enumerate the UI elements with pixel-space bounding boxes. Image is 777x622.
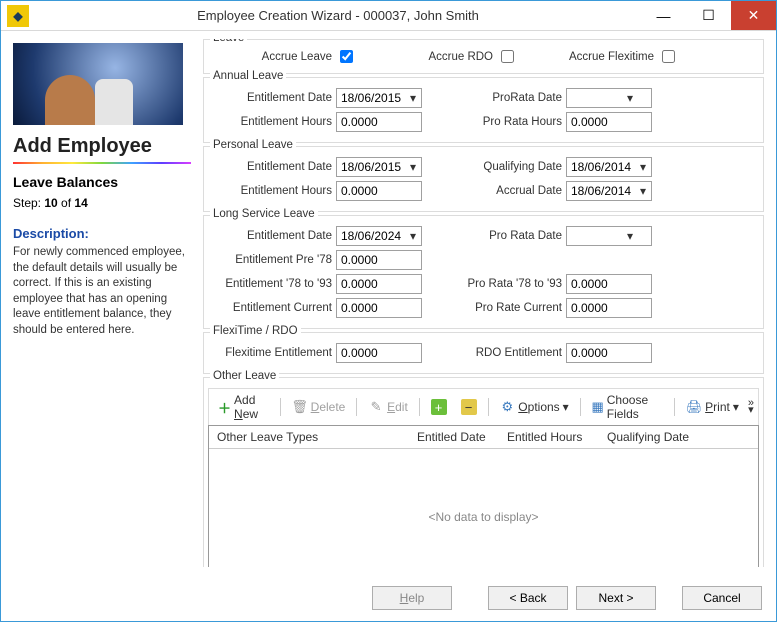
chevron-down-icon[interactable]: ▾ — [405, 91, 421, 105]
next-button[interactable]: Next > — [576, 586, 656, 610]
divider — [13, 162, 191, 164]
lsl-pre78[interactable] — [336, 250, 422, 270]
other-leave-toolbar: ＋Add New 🗑Delete ✎Edit + − ⚙Options▾ ▦Ch… — [208, 388, 759, 425]
minus-icon: − — [461, 399, 477, 415]
chevron-down-icon[interactable]: ▾ — [635, 160, 651, 174]
edit-icon: ✎ — [368, 399, 384, 415]
other-leave-table: Other Leave Types Entitled Date Entitled… — [208, 425, 759, 567]
col-entitled-hours[interactable]: Entitled Hours — [499, 426, 599, 448]
minus-button[interactable]: − — [456, 397, 482, 417]
step-indicator: Step: 10 of 14 — [13, 196, 191, 210]
description-body: For newly commenced employee, the defaul… — [13, 245, 191, 338]
window-title: Employee Creation Wizard - 000037, John … — [35, 8, 641, 23]
wizard-image — [13, 43, 183, 125]
plus-button[interactable]: + — [426, 397, 452, 417]
plus-icon: + — [431, 399, 447, 415]
description-heading: Description: — [13, 226, 191, 241]
annual-prorata-hours[interactable] — [566, 112, 652, 132]
edit-button[interactable]: ✎Edit — [363, 397, 413, 417]
minimize-button[interactable]: — — [641, 1, 686, 30]
lsl-prorata-78-93[interactable] — [566, 274, 652, 294]
chevron-down-icon[interactable]: ▾ — [609, 91, 651, 105]
right-panel: Leave Accrue Leave Accrue RDO Accrue Fle… — [199, 39, 768, 567]
print-button[interactable]: 🖨Print▾ — [681, 397, 744, 417]
personal-entitlement-hours[interactable] — [336, 181, 422, 201]
window-buttons: — ☐ ✕ — [641, 1, 776, 30]
panel-subtitle: Leave Balances — [13, 174, 191, 190]
panel-heading: Add Employee — [13, 135, 191, 158]
chevron-down-icon[interactable]: ▾ — [609, 229, 651, 243]
lsl-prorate-current[interactable] — [566, 298, 652, 318]
flexi-entitlement[interactable] — [336, 343, 422, 363]
col-entitled-date[interactable]: Entitled Date — [409, 426, 499, 448]
leave-group: Leave Accrue Leave Accrue RDO Accrue Fle… — [203, 39, 764, 74]
chevron-down-icon[interactable]: ▾ — [635, 184, 651, 198]
lsl-group: Long Service Leave Entitlement Date 18/0… — [203, 215, 764, 329]
print-icon: 🖨 — [686, 399, 702, 415]
col-qualifying-date[interactable]: Qualifying Date — [599, 426, 758, 448]
toolbar-overflow[interactable]: »▾ — [748, 400, 754, 414]
footer: Help < Back Next > Cancel — [1, 575, 776, 621]
personal-entitlement-date[interactable]: 18/06/2015▾ — [336, 157, 422, 177]
lsl-current[interactable] — [336, 298, 422, 318]
personal-qualifying-date[interactable]: 18/06/2014▾ — [566, 157, 652, 177]
other-leave-group: Other Leave ＋Add New 🗑Delete ✎Edit + − ⚙… — [203, 377, 764, 567]
personal-leave-group: Personal Leave Entitlement Date 18/06/20… — [203, 146, 764, 212]
personal-accrual-date[interactable]: 18/06/2014▾ — [566, 181, 652, 201]
accrue-rdo-label: Accrue RDO — [393, 51, 493, 63]
accrue-rdo-checkbox[interactable] — [501, 50, 514, 63]
chevron-down-icon[interactable]: ▾ — [405, 229, 421, 243]
maximize-button[interactable]: ☐ — [686, 1, 731, 30]
annual-entitlement-date[interactable]: 18/06/2015▾ — [336, 88, 422, 108]
accrue-flexi-checkbox[interactable] — [662, 50, 675, 63]
lsl-78-93[interactable] — [336, 274, 422, 294]
accrue-leave-label: Accrue Leave — [212, 51, 332, 63]
content-area: Add Employee Leave Balances Step: 10 of … — [1, 31, 776, 575]
columns-icon: ▦ — [591, 399, 603, 415]
lsl-prorata-date[interactable]: ▾ — [566, 226, 652, 246]
add-icon: ＋ — [218, 399, 231, 415]
add-new-button[interactable]: ＋Add New — [213, 391, 274, 423]
annual-prorata-date[interactable]: ▾ — [566, 88, 652, 108]
delete-button[interactable]: 🗑Delete — [287, 397, 351, 417]
flexi-rdo-group: FlexiTime / RDO Flexitime Entitlement RD… — [203, 332, 764, 374]
titlebar: ◆ Employee Creation Wizard - 000037, Joh… — [1, 1, 776, 31]
lsl-entitlement-date[interactable]: 18/06/2024▾ — [336, 226, 422, 246]
back-button[interactable]: < Back — [488, 586, 568, 610]
annual-entitlement-hours[interactable] — [336, 112, 422, 132]
wizard-window: ◆ Employee Creation Wizard - 000037, Joh… — [0, 0, 777, 622]
cancel-button[interactable]: Cancel — [682, 586, 762, 610]
no-data-message: <No data to display> — [209, 449, 758, 567]
accrue-flexi-label: Accrue Flexitime — [554, 51, 654, 63]
annual-leave-group: Annual Leave Entitlement Date 18/06/2015… — [203, 77, 764, 143]
rdo-entitlement[interactable] — [566, 343, 652, 363]
chevron-down-icon: ▾ — [733, 400, 739, 414]
left-panel: Add Employee Leave Balances Step: 10 of … — [9, 39, 199, 567]
choose-fields-button[interactable]: ▦Choose Fields — [586, 391, 668, 423]
chevron-down-icon: ▾ — [563, 400, 569, 414]
options-button[interactable]: ⚙Options▾ — [494, 397, 573, 417]
col-types[interactable]: Other Leave Types — [209, 426, 409, 448]
gear-icon: ⚙ — [499, 399, 515, 415]
accrue-leave-checkbox[interactable] — [340, 50, 353, 63]
close-button[interactable]: ✕ — [731, 1, 776, 30]
chevron-down-icon[interactable]: ▾ — [405, 160, 421, 174]
help-button[interactable]: Help — [372, 586, 452, 610]
app-icon: ◆ — [7, 5, 29, 27]
delete-icon: 🗑 — [292, 399, 308, 415]
